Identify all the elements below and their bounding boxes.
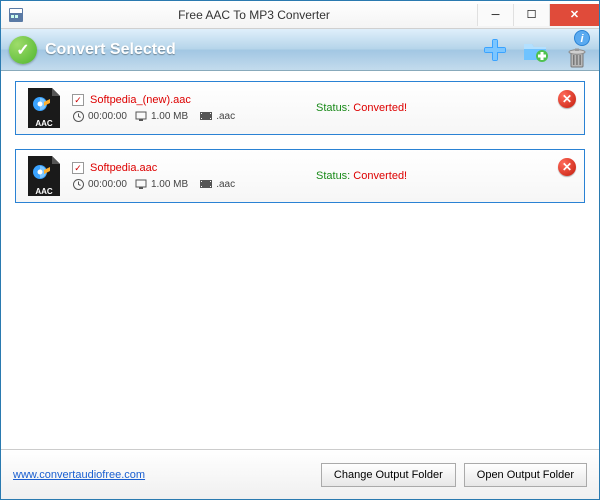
remove-item-button[interactable]: ✕ [558,158,576,176]
status-label: Status: [316,102,350,114]
svg-text:AAC: AAC [35,119,53,128]
file-duration: 00:00:00 [88,111,127,122]
status: Status: Converted! [316,170,407,182]
app-icon [7,6,25,24]
file-item[interactable]: AAC Softpedia.aac 00:00:00 1.00 MB .aac … [15,149,585,203]
maximize-button[interactable]: ☐ [513,4,549,26]
file-name: Softpedia_(new).aac [90,94,191,106]
window-controls: ─ ☐ ✕ [477,4,599,26]
status-value: Converted! [350,102,407,114]
clock-icon [72,110,84,122]
monitor-icon [135,178,147,190]
file-name: Softpedia.aac [90,162,157,174]
monitor-icon [135,110,147,122]
file-size: 1.00 MB [151,179,188,190]
file-checkbox[interactable] [72,94,84,106]
bottom-bar: www.convertaudiofree.com Change Output F… [1,449,599,499]
status-value: Converted! [350,170,407,182]
file-checkbox[interactable] [72,162,84,174]
toolbar: ✓ Convert Selected i [1,29,599,71]
add-file-button[interactable] [479,34,511,66]
remove-all-button[interactable] [563,45,591,71]
website-link[interactable]: www.convertaudiofree.com [13,469,145,481]
film-icon [200,178,212,190]
check-circle-icon: ✓ [9,36,37,64]
file-ext: .aac [216,179,235,190]
add-folder-button[interactable] [519,34,551,66]
file-ext: .aac [216,111,235,122]
file-size: 1.00 MB [151,111,188,122]
minimize-button[interactable]: ─ [477,4,513,26]
status-label: Status: [316,170,350,182]
close-button[interactable]: ✕ [549,4,599,26]
file-duration: 00:00:00 [88,179,127,190]
clock-icon [72,178,84,190]
window-title: Free AAC To MP3 Converter [31,8,477,22]
change-output-folder-button[interactable]: Change Output Folder [321,463,456,487]
aac-file-icon: AAC [26,154,62,198]
open-output-folder-button[interactable]: Open Output Folder [464,463,587,487]
file-list: AAC Softpedia_(new).aac 00:00:00 1.00 MB… [1,71,599,449]
remove-item-button[interactable]: ✕ [558,90,576,108]
titlebar: Free AAC To MP3 Converter ─ ☐ ✕ [1,1,599,29]
status: Status: Converted! [316,102,407,114]
film-icon [200,110,212,122]
convert-label: Convert Selected [45,41,176,59]
svg-text:AAC: AAC [35,187,53,196]
aac-file-icon: AAC [26,86,62,130]
convert-selected-button[interactable]: ✓ Convert Selected [9,36,176,64]
file-item[interactable]: AAC Softpedia_(new).aac 00:00:00 1.00 MB… [15,81,585,135]
